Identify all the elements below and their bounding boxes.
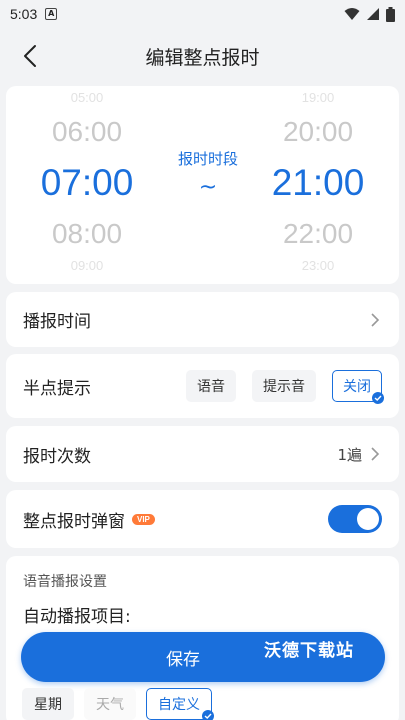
option-off-label: 关闭 (343, 379, 371, 395)
chevron-right-icon (371, 447, 380, 461)
option-voice[interactable]: 语音 (186, 370, 236, 402)
wheel-item[interactable]: 09:00 (32, 258, 142, 274)
page-title: 编辑整点报时 (145, 46, 260, 69)
tag-weather[interactable]: 天气 (84, 688, 136, 720)
wheel-item[interactable]: 06:00 (32, 116, 142, 148)
wheel-item[interactable]: 22:00 (263, 218, 373, 250)
range-separator: ~ (198, 175, 218, 200)
popup-toggle[interactable] (328, 505, 382, 533)
back-button[interactable] (14, 40, 46, 72)
signal-icon (367, 8, 379, 20)
selected-end-time[interactable]: 21:00 (263, 162, 373, 204)
wheel-item[interactable]: 08:00 (32, 218, 142, 250)
wheel-item[interactable]: 05:00 (32, 90, 142, 106)
status-time: 5:03 (10, 6, 38, 22)
option-off[interactable]: 关闭 (332, 370, 384, 404)
popup-label: 整点报时弹窗 (23, 511, 125, 532)
option-tone[interactable]: 提示音 (252, 370, 316, 402)
auto-items-label: 自动播报项目: (23, 607, 131, 627)
voice-section-title: 语音播报设置 (23, 574, 107, 590)
wheel-item[interactable]: 23:00 (263, 258, 373, 274)
wheel-item[interactable]: 19:00 (263, 90, 373, 106)
broadcast-time-label: 播报时间 (23, 312, 91, 332)
watermark-text: 沃德下载站 (264, 641, 354, 661)
tag-weekday[interactable]: 星期 (22, 688, 74, 720)
nav-bar: 编辑整点报时 (0, 28, 405, 84)
popup-row: 整点报时弹窗 VIP (6, 490, 399, 548)
time-range-picker: 05:00 06:00 07:00 08:00 09:00 报时时段 ~ 19:… (6, 86, 399, 284)
check-icon (372, 392, 384, 404)
picker-center: 报时时段 ~ (156, 148, 260, 200)
half-hour-options: 语音 提示音 关闭 (176, 370, 384, 404)
save-label: 保存 (166, 649, 200, 670)
toggle-knob (357, 508, 379, 530)
notification-icon: A (45, 8, 58, 20)
half-hour-label: 半点提示 (23, 378, 91, 399)
broadcast-time-row[interactable]: 播报时间 (6, 292, 399, 347)
status-icons (344, 6, 395, 22)
half-hour-row: 半点提示 语音 提示音 关闭 (6, 354, 399, 418)
tag-custom[interactable]: 自定义 (146, 688, 214, 720)
period-label: 报时时段 (177, 150, 238, 168)
tag-custom-label: 自定义 (158, 697, 200, 713)
check-icon (202, 710, 214, 720)
vip-badge: VIP (132, 513, 155, 525)
battery-icon (386, 6, 395, 22)
back-arrow-icon (24, 45, 36, 67)
repeat-count-value: 1遍 (337, 445, 362, 464)
chevron-right-icon (371, 312, 380, 327)
wifi-icon (344, 8, 360, 20)
auto-items-tags: 星期 天气 自定义 (22, 688, 214, 720)
repeat-count-label: 报时次数 (23, 446, 91, 467)
selected-start-time[interactable]: 07:00 (32, 162, 142, 204)
status-bar: 5:03 A (0, 0, 405, 28)
repeat-count-row[interactable]: 报时次数 1遍 (6, 426, 399, 482)
wheel-item[interactable]: 20:00 (263, 116, 373, 148)
